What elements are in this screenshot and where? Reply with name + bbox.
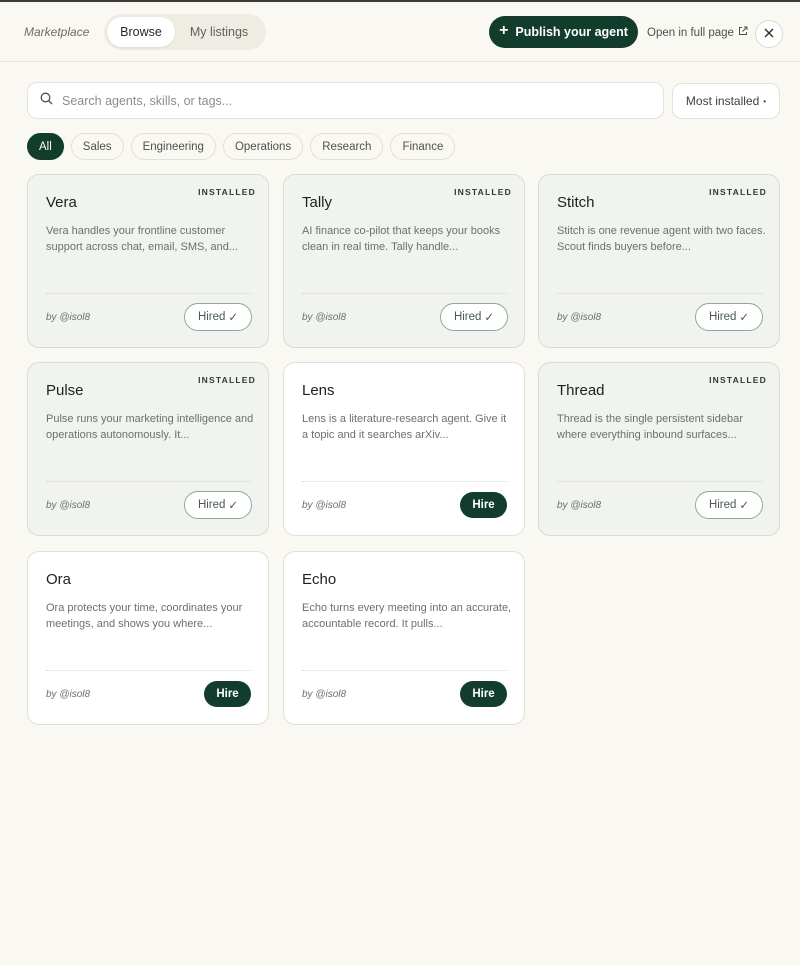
agent-card-pulse[interactable]: INSTALLED Pulse Pulse runs your marketin… [27, 362, 269, 536]
hired-label: Hired [708, 311, 737, 323]
agent-description: Stitch is one revenue agent with two fac… [557, 225, 766, 253]
hired-label: Hired [197, 311, 226, 323]
sort-selected-label: Most installed [685, 94, 760, 108]
card-divider [557, 481, 763, 482]
filter-chip-engineering[interactable]: Engineering [130, 133, 216, 160]
close-icon [764, 25, 774, 43]
filter-chip-finance[interactable]: Finance [390, 133, 456, 160]
agent-author: by @isol8 [557, 500, 602, 511]
open-full-page-label: Open in full page [647, 26, 734, 39]
agent-card-echo[interactable]: Echo Echo turns every meeting into an ac… [283, 551, 525, 725]
marketplace-header: Marketplace Browse My listings + Publish… [0, 2, 800, 62]
agent-name: Thread [557, 382, 605, 399]
hired-label: Hired [708, 499, 737, 511]
open-full-page-link[interactable]: Open in full page [647, 26, 748, 39]
agent-name: Tally [302, 194, 333, 211]
close-button[interactable] [755, 20, 783, 48]
agent-description: Thread is the single persistent sidebar … [557, 413, 743, 441]
hired-button[interactable]: Hired ✓ [440, 303, 508, 331]
installed-badge: INSTALLED [454, 187, 512, 197]
hired-label: Hired [453, 311, 482, 323]
agent-author: by @isol8 [46, 312, 91, 323]
tab-browse[interactable]: Browse [107, 17, 175, 47]
agent-name: Echo [302, 571, 337, 588]
checkmark-icon: ✓ [739, 500, 750, 512]
card-divider [46, 670, 252, 671]
installed-badge: INSTALLED [709, 375, 767, 385]
hired-button[interactable]: Hired ✓ [695, 491, 763, 519]
hire-button[interactable]: Hire [460, 492, 507, 518]
view-tabs: Browse My listings [104, 14, 266, 50]
agent-description: Pulse runs your marketing intelligence a… [46, 413, 254, 441]
publish-agent-button[interactable]: + Publish your agent [489, 16, 638, 48]
checkmark-icon: ✓ [484, 312, 495, 324]
category-filters: All Sales Engineering Operations Researc… [27, 133, 456, 160]
agent-name: Stitch [557, 194, 595, 211]
agent-card-stitch[interactable]: INSTALLED Stitch Stitch is one revenue a… [538, 174, 780, 348]
agent-card-vera[interactable]: INSTALLED Vera Vera handles your frontli… [27, 174, 269, 348]
external-link-icon [738, 26, 748, 39]
publish-agent-label: Publish your agent [515, 25, 628, 39]
agent-author: by @isol8 [302, 500, 347, 511]
agent-author: by @isol8 [302, 312, 347, 323]
hired-button[interactable]: Hired ✓ [695, 303, 763, 331]
marketplace-title: Marketplace [24, 25, 90, 39]
search-bar [27, 82, 664, 119]
agent-description: Vera handles your frontline customer sup… [46, 225, 238, 253]
agent-description: Ora protects your time, coordinates your… [46, 602, 243, 630]
installed-badge: INSTALLED [198, 375, 256, 385]
agent-card-thread[interactable]: INSTALLED Thread Thread is the single pe… [538, 362, 780, 536]
agent-name: Ora [46, 571, 72, 588]
card-divider [46, 481, 252, 482]
agent-card-lens[interactable]: Lens Lens is a literature-research agent… [283, 362, 525, 536]
search-input[interactable] [62, 93, 622, 108]
search-icon [40, 92, 53, 110]
agent-description: Lens is a literature-research agent. Giv… [302, 413, 507, 441]
filter-chip-sales[interactable]: Sales [70, 133, 124, 160]
agent-description: Echo turns every meeting into an accurat… [302, 602, 512, 630]
agent-name: Lens [302, 382, 335, 399]
hired-button[interactable]: Hired ✓ [184, 303, 252, 331]
card-divider [46, 293, 252, 294]
checkmark-icon: ✓ [228, 500, 239, 512]
hired-button[interactable]: Hired ✓ [184, 491, 252, 519]
sort-dropdown[interactable]: Most installed • [672, 83, 780, 119]
agent-author: by @isol8 [46, 500, 91, 511]
agent-card-ora[interactable]: Ora Ora protects your time, coordinates … [27, 551, 269, 725]
agent-author: by @isol8 [302, 689, 347, 700]
filter-chip-all[interactable]: All [27, 133, 64, 160]
agent-description: AI finance co-pilot that keeps your book… [302, 225, 501, 253]
installed-badge: INSTALLED [198, 187, 256, 197]
hire-button[interactable]: Hire [204, 681, 251, 707]
agent-name: Vera [46, 194, 77, 211]
checkmark-icon: ✓ [228, 312, 239, 324]
chevron-down-icon: • [763, 96, 767, 106]
filter-chip-operations[interactable]: Operations [222, 133, 304, 160]
card-divider [302, 293, 508, 294]
hired-label: Hired [197, 499, 226, 511]
agent-name: Pulse [46, 382, 84, 399]
card-divider [557, 293, 763, 294]
card-divider [302, 481, 508, 482]
installed-badge: INSTALLED [709, 187, 767, 197]
agent-author: by @isol8 [557, 312, 602, 323]
agent-author: by @isol8 [46, 689, 91, 700]
checkmark-icon: ✓ [739, 312, 750, 324]
filter-chip-research[interactable]: Research [310, 133, 384, 160]
hire-button[interactable]: Hire [460, 681, 507, 707]
agent-card-tally[interactable]: INSTALLED Tally AI finance co-pilot that… [283, 174, 525, 348]
card-divider [302, 670, 508, 671]
plus-icon: + [499, 22, 509, 39]
tab-my-listings[interactable]: My listings [175, 17, 263, 47]
